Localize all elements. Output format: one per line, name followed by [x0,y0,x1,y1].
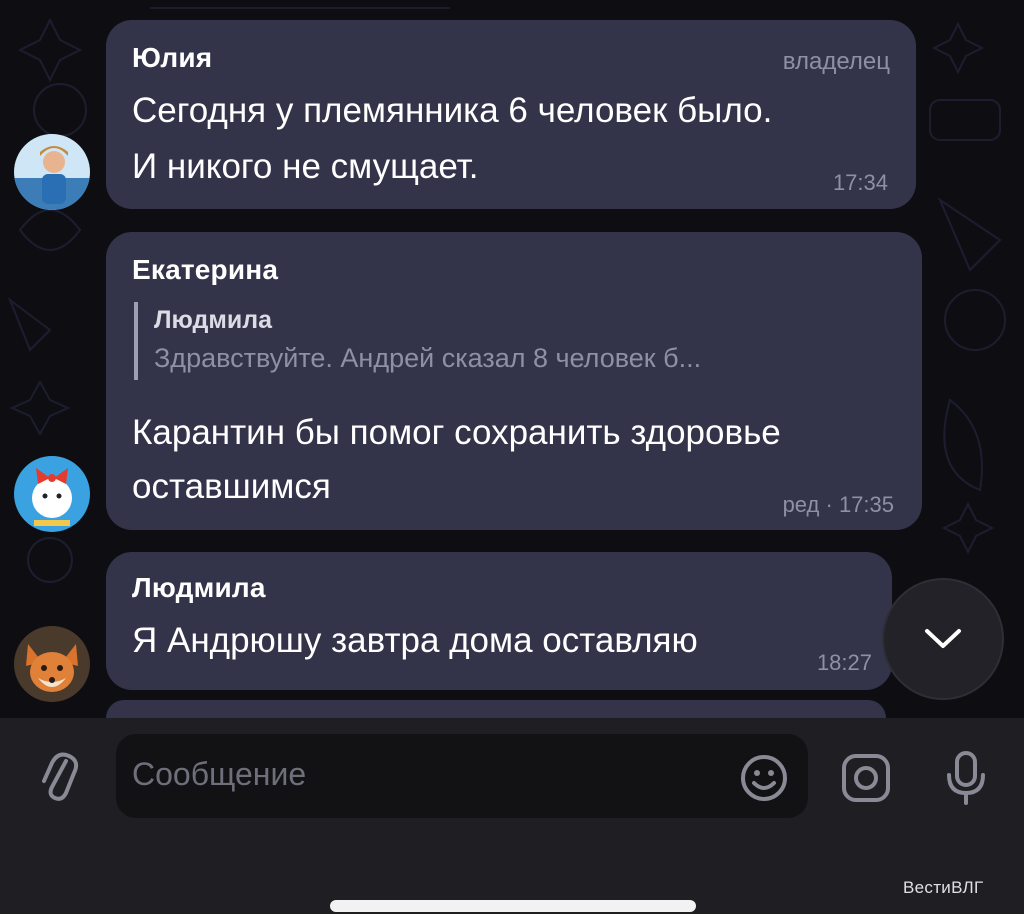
message-time: 18:27 [816,650,872,675]
message-input[interactable]: Сообщение [116,734,808,818]
avatar-photo-icon [14,134,90,210]
reply-text: Здравствуйте. Андрей сказал 8 человек б.… [154,343,702,373]
message-text: Я Андрюшу завтра дома оставляю [132,621,698,660]
attach-button[interactable] [30,748,90,808]
sender-name: Людмила [132,572,266,603]
sender-name: Екатерина [132,254,279,285]
chat-area[interactable]: Юлия владелец Сегодня у племянника 6 чел… [0,0,1024,718]
emoji-button[interactable] [738,752,790,804]
camera-icon [842,754,890,802]
avatar[interactable] [14,134,90,210]
avatar-fox-icon [14,626,90,702]
composer-bar: Сообщение ВестиВЛГ [0,718,1024,914]
message-time: ред · 17:35 [782,492,894,517]
message-text: И никого не смущает. [132,147,479,186]
camera-button[interactable] [836,748,896,808]
watermark: ВестиВЛГ [903,878,984,897]
role-badge: владелец [782,48,890,75]
emoji-icon [741,755,787,801]
paperclip-icon [42,752,79,801]
avatar[interactable] [14,456,90,532]
avatar-cartoon-icon [14,456,90,532]
avatar[interactable] [14,626,90,702]
message-bubble[interactable]: Людмила Я Андрюшу завтра дома оставляю 1… [106,552,892,690]
reply-sender: Людмила [154,306,273,334]
message-text: Сегодня у племянника 6 человек было. [132,91,773,130]
message-text: оставшимся [132,467,331,506]
message-text: Карантин бы помог сохранить здоровье [132,413,781,452]
scroll-down-button[interactable] [882,578,1004,700]
message-input-placeholder: Сообщение [132,756,307,792]
message-bubble-partial[interactable] [106,700,886,718]
message-bubble[interactable]: Юлия владелец Сегодня у племянника 6 чел… [106,20,916,209]
microphone-button[interactable] [936,746,996,810]
reply-quote[interactable]: Людмила Здравствуйте. Андрей сказал 8 че… [134,302,701,380]
home-indicator[interactable] [330,900,696,912]
message-bubble[interactable]: Екатерина Людмила Здравствуйте. Андрей с… [106,232,922,530]
sender-name: Юлия [132,42,213,73]
microphone-icon [947,751,985,805]
chevron-down-icon [925,629,961,648]
message-time: 17:34 [832,170,888,195]
